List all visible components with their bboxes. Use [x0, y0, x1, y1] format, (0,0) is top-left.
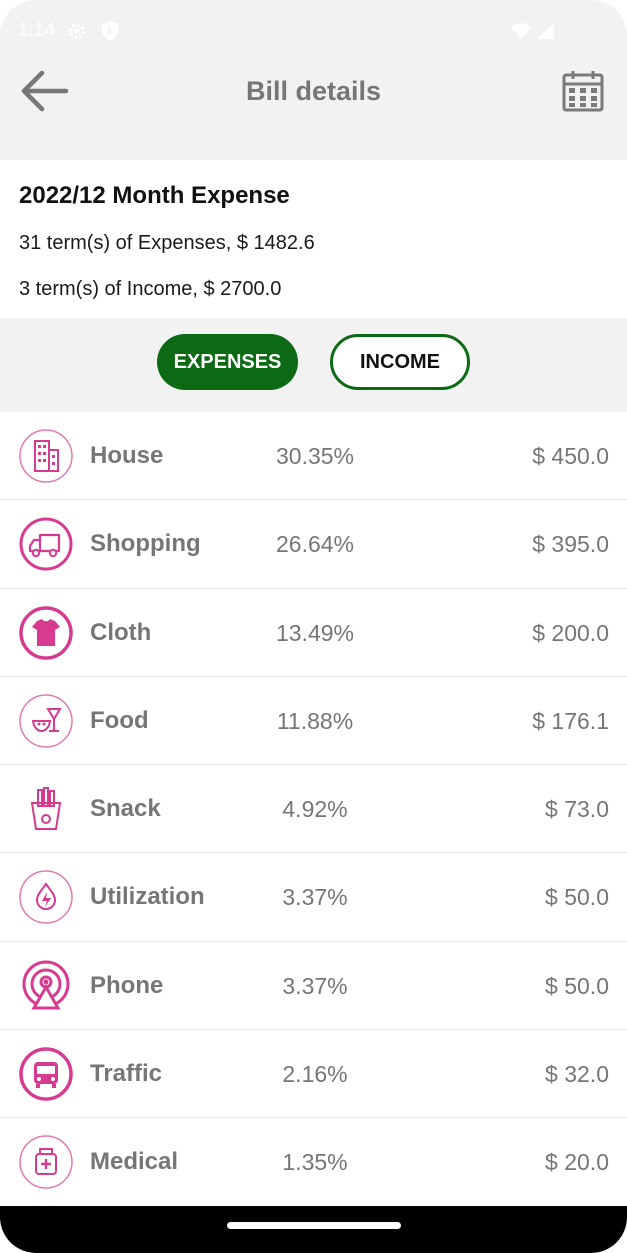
- category-row-shopping[interactable]: Shopping 26.64% $ 395.0: [0, 500, 627, 589]
- category-amount: $ 176.1: [532, 707, 609, 734]
- shirt-icon: [19, 605, 73, 660]
- income-summary: 3 term(s) of Income, $ 2700.0: [19, 278, 282, 300]
- expenses-summary: 31 term(s) of Expenses, $ 1482.6: [19, 232, 315, 254]
- signal-icon: [538, 23, 554, 39]
- status-bar: 1:14: [0, 0, 627, 60]
- food-icon: [19, 694, 73, 748]
- lightning-icon: [19, 870, 73, 925]
- category-amount: $ 200.0: [532, 619, 609, 646]
- category-row-snack[interactable]: Snack 4.92% $ 73.0: [0, 765, 627, 854]
- category-name: Food: [90, 706, 149, 734]
- home-handle[interactable]: [227, 1222, 401, 1229]
- category-row-house[interactable]: House 30.35% $ 450.0: [0, 412, 627, 501]
- category-amount: $ 20.0: [545, 1149, 609, 1176]
- shield-icon: [102, 21, 118, 41]
- house-icon: [19, 429, 73, 483]
- category-percent: 4.92%: [282, 796, 348, 823]
- category-name: Utilization: [90, 883, 205, 911]
- fries-icon: [30, 787, 62, 831]
- category-name: Cloth: [90, 618, 152, 646]
- status-time: 1:14: [18, 20, 55, 41]
- app-bar: Bill details: [0, 60, 627, 160]
- summary-title: 2022/12 Month Expense: [19, 182, 290, 209]
- medical-kit-icon: [19, 1135, 73, 1190]
- category-amount: $ 32.0: [545, 1061, 609, 1088]
- category-amount: $ 73.0: [545, 796, 609, 823]
- category-row-phone[interactable]: Phone 3.37% $ 50.0: [0, 941, 627, 1031]
- category-percent: 26.64%: [275, 531, 354, 558]
- antenna-icon: [22, 960, 70, 1010]
- month-summary: 2022/12 Month Expense 31 term(s) of Expe…: [0, 160, 627, 318]
- category-name: Traffic: [90, 1060, 163, 1088]
- system-nav-bar: [0, 1206, 627, 1253]
- category-percent: 30.35%: [275, 443, 354, 469]
- category-percent: 11.88%: [276, 707, 354, 734]
- category-row-medical[interactable]: Medical 1.35% $ 20.0: [0, 1118, 627, 1207]
- category-percent: 2.16%: [282, 1061, 348, 1088]
- category-row-traffic[interactable]: Traffic 2.16% $ 32.0: [0, 1030, 627, 1119]
- bus-icon: [19, 1047, 73, 1101]
- category-name: Phone: [90, 971, 164, 999]
- category-name: Medical: [90, 1148, 179, 1176]
- calendar-icon[interactable]: [560, 68, 606, 114]
- income-button[interactable]: INCOME: [330, 334, 470, 390]
- category-percent: 3.37%: [282, 972, 348, 999]
- wifi-icon: [511, 23, 531, 39]
- category-percent: 3.37%: [282, 884, 348, 911]
- category-amount: $ 395.0: [532, 531, 609, 558]
- type-toggle: EXPENSES INCOME: [0, 318, 627, 412]
- category-row-cloth[interactable]: Cloth 13.49% $ 200.0: [0, 588, 627, 677]
- category-name: Shopping: [90, 530, 201, 558]
- category-row-utilization[interactable]: Utilization 3.37% $ 50.0: [0, 853, 627, 942]
- gear-icon: [68, 22, 86, 40]
- category-amount: $ 50.0: [545, 972, 609, 999]
- category-percent: 1.35%: [282, 1149, 348, 1176]
- category-amount: $ 450.0: [532, 443, 609, 469]
- app-screen: 1:14 Bill details 2022/12 Month Expense …: [0, 0, 627, 1253]
- category-name: Snack: [90, 795, 161, 823]
- category-amount: $ 50.0: [545, 884, 609, 911]
- expenses-button[interactable]: EXPENSES: [157, 334, 298, 390]
- category-row-food[interactable]: Food 11.88% $ 176.1: [0, 676, 627, 766]
- category-percent: 13.49%: [275, 619, 354, 646]
- truck-icon: [19, 517, 73, 571]
- category-list: House 30.35% $ 450.0 Shopping 26.64% $ 3…: [0, 412, 627, 1207]
- category-name: House: [90, 442, 164, 469]
- page-title: Bill details: [245, 76, 382, 106]
